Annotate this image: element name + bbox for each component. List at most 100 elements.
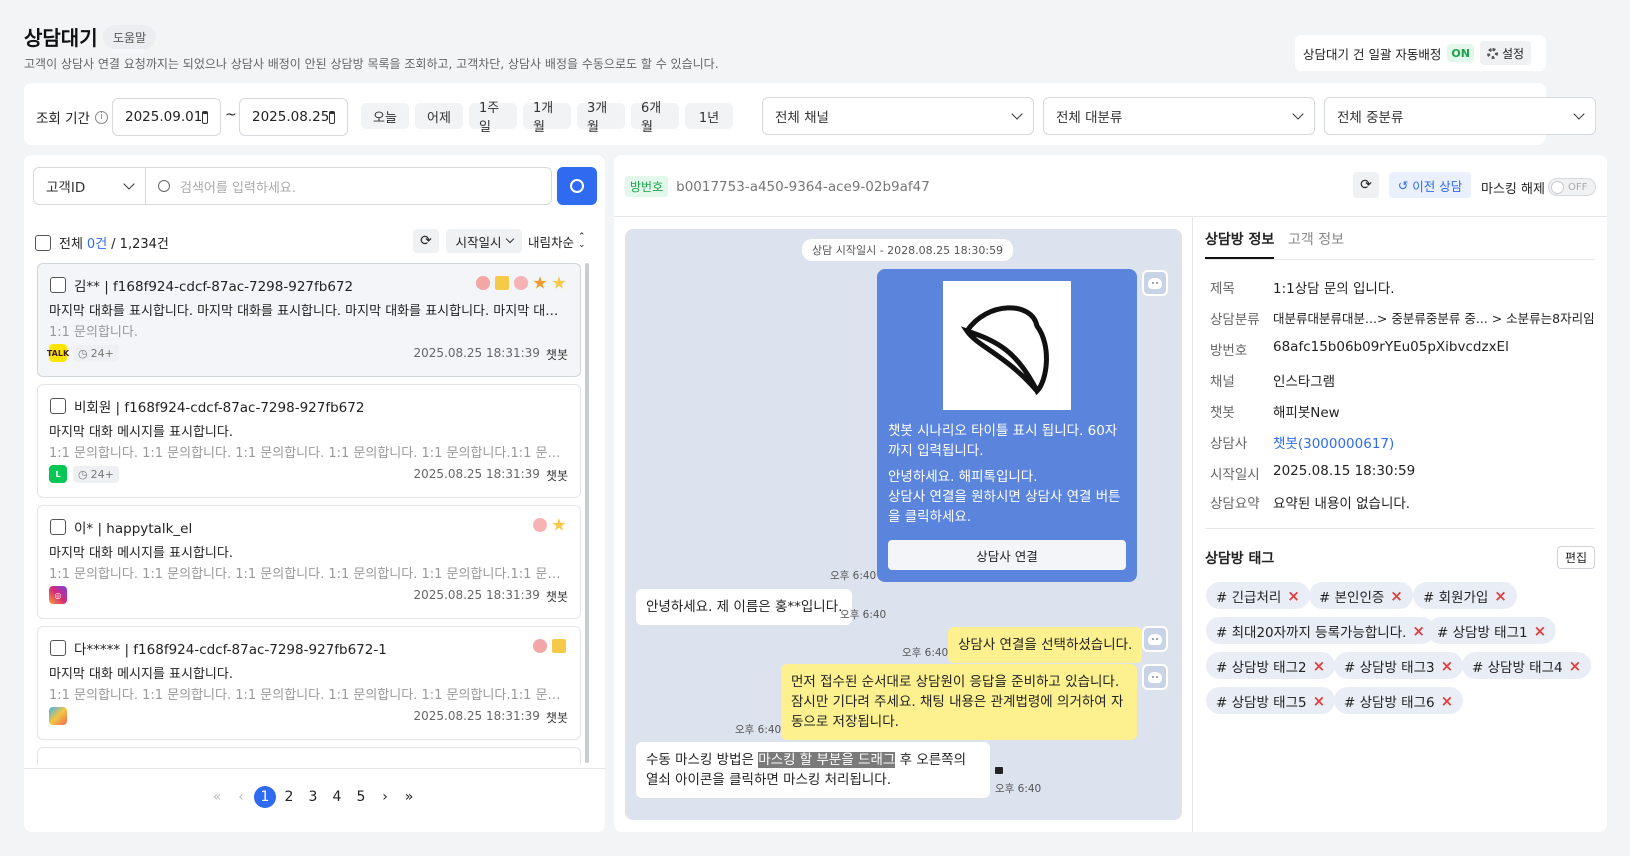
close-icon[interactable]: × (1313, 657, 1326, 675)
list-item[interactable]: 이* | happytalk_el 마지막 대화 메시지를 표시합니다. 1:1… (37, 505, 581, 619)
close-icon[interactable]: × (1569, 657, 1582, 675)
refresh-list-button[interactable]: ⟳ (413, 229, 439, 253)
masking-highlight[interactable]: 마스킹 할 부분을 드래그 (758, 752, 896, 768)
list-item[interactable]: 김** | f168f924-cdcf-87ac-7298-927fb672 마… (37, 263, 581, 377)
info-row-channel: 채널 인스타그램 (1210, 370, 1335, 390)
range-3months[interactable]: 3개월 (577, 101, 625, 135)
help-button[interactable]: 도움말 (103, 25, 157, 49)
crown-icon (495, 276, 509, 290)
message-time: 오후 6:40 (840, 609, 887, 621)
connect-agent-button[interactable]: 상담사 연결 (888, 540, 1126, 570)
previous-consult-label: 이전 상담 (1412, 178, 1463, 194)
bot-message: 먼저 접수된 순서대로 상담원이 응답을 준비하고 있습니다. 잠시만 기다려 … (781, 664, 1137, 740)
list-item[interactable] (37, 747, 581, 765)
close-icon[interactable]: × (1313, 692, 1326, 710)
instagram-icon: ◎ (49, 586, 67, 604)
angry-face-icon (514, 276, 528, 290)
close-icon[interactable]: × (1287, 587, 1300, 605)
prev-page-icon[interactable]: ‹ (230, 789, 252, 805)
edit-tags-button[interactable]: 편집 (1557, 546, 1595, 569)
list-item-sub: 1:1 문의합니다. 1:1 문의합니다. 1:1 문의합니다. 1:1 문의합… (49, 446, 569, 461)
tag-chip[interactable]: # 상담방 태그4 × (1462, 652, 1592, 679)
settings-button[interactable]: 설정 (1479, 41, 1532, 65)
info-row-room-id: 방번호 68afc15b06b09rYEu05pXibvcdzxEl (1210, 339, 1509, 359)
end-date-input[interactable]: 2025.08.25 (239, 98, 348, 136)
star-orange-icon (533, 276, 547, 289)
item-checkbox[interactable] (50, 519, 66, 535)
pagination: « ‹ 1 2 3 4 5 › » (206, 786, 420, 808)
lock-icon[interactable] (995, 767, 1003, 774)
close-icon[interactable]: × (1494, 587, 1507, 605)
middle-category-select[interactable]: 전체 중분류 (1324, 97, 1596, 135)
close-icon[interactable]: × (1534, 622, 1547, 640)
close-icon[interactable]: × (1441, 692, 1454, 710)
tag-chip[interactable]: # 상담방 태그6 × (1334, 687, 1464, 714)
close-icon[interactable]: × (1390, 587, 1403, 605)
crown-icon (552, 639, 566, 653)
list-item-title: 이* | happytalk_el (74, 521, 193, 537)
tag-chip[interactable]: # 상담방 태그1 × (1427, 617, 1557, 644)
page-4[interactable]: 4 (326, 789, 348, 805)
page-2[interactable]: 2 (278, 789, 300, 805)
page-1[interactable]: 1 (254, 786, 276, 808)
page-5[interactable]: 5 (350, 789, 372, 805)
channel-select[interactable]: 전체 채널 (762, 97, 1034, 135)
list-item-title-row: 다***** | f168f924-cdcf-87ac-7298-927fb67… (50, 638, 387, 658)
search-type-value: 고객ID (46, 180, 86, 196)
tag-chip[interactable]: # 본인인증 × (1309, 582, 1413, 609)
search-button[interactable] (557, 167, 597, 205)
last-page-icon[interactable]: » (398, 789, 420, 805)
refresh-room-button[interactable]: ⟳ (1353, 172, 1379, 198)
range-yesterday[interactable]: 어제 (415, 103, 463, 129)
range-1year[interactable]: 1년 (685, 103, 733, 129)
search-type-select[interactable]: 고객ID (33, 167, 146, 205)
tag-chip[interactable]: # 상담방 태그3 × (1334, 652, 1464, 679)
masking-toggle[interactable]: OFF (1548, 178, 1596, 196)
tag-chip[interactable]: # 긴급처리 × (1206, 582, 1310, 609)
list-divider (24, 768, 605, 769)
first-page-icon[interactable]: « (206, 789, 228, 805)
room-header: 방번호 b0017753-a450-9364-ace9-02b9af47 (625, 176, 930, 197)
range-1month[interactable]: 1개월 (523, 101, 571, 135)
range-6months[interactable]: 6개월 (631, 101, 679, 135)
refresh-icon: ⟳ (420, 233, 432, 249)
clock-icon: ◷ (78, 346, 88, 360)
major-category-value: 전체 대분류 (1056, 110, 1123, 126)
tag-chip[interactable]: # 상담방 태그5 × (1206, 687, 1336, 714)
item-checkbox[interactable] (50, 277, 66, 293)
sort-field-select[interactable]: 시작일시 (446, 229, 522, 253)
range-1week[interactable]: 1주일 (469, 101, 517, 135)
item-checkbox[interactable] (50, 398, 66, 414)
auto-assign-toggle[interactable]: ON (1447, 44, 1474, 62)
agent-link[interactable]: 챗봇(3000000617) (1273, 432, 1394, 452)
close-icon[interactable]: × (1412, 622, 1425, 640)
range-today[interactable]: 오늘 (361, 103, 409, 129)
sort-order-toggle[interactable]: 내림차순 ⌃ ⌄ (528, 229, 586, 253)
kakao-icon: TALK (47, 344, 69, 362)
close-icon[interactable]: × (1441, 657, 1454, 675)
page-3[interactable]: 3 (302, 789, 324, 805)
search-input[interactable]: 검색어를 입력하세요. (145, 167, 552, 205)
select-all-checkbox[interactable] (35, 234, 51, 251)
previous-consult-button[interactable]: ↺ 이전 상담 (1389, 172, 1471, 198)
tag-chip[interactable]: # 최대20자까지 등록가능합니다. × (1206, 617, 1435, 644)
tag-chip[interactable]: # 상담방 태그2 × (1206, 652, 1336, 679)
start-date-input[interactable]: 2025.09.01 (112, 98, 221, 136)
total-count: / 1,234건 (111, 237, 169, 252)
item-checkbox[interactable] (50, 640, 66, 656)
list-item-title-row: 비회원 | f168f924-cdcf-87ac-7298-927fb672 (50, 396, 364, 416)
vip-icon (533, 639, 547, 653)
next-page-icon[interactable]: › (374, 789, 396, 805)
room-header-divider (614, 216, 1607, 217)
tab-customer-info[interactable]: 고객 정보 (1288, 229, 1344, 249)
tag-chip[interactable]: # 회원가입 × (1413, 582, 1517, 609)
bot-avatar-icon (1142, 270, 1168, 296)
tab-room-info[interactable]: 상담방 정보 (1205, 229, 1275, 259)
list-item[interactable]: 비회원 | f168f924-cdcf-87ac-7298-927fb672 마… (37, 384, 581, 498)
auto-assign-label: 상담대기 건 일괄 자동배정 (1303, 46, 1442, 62)
info-row-title: 제목 1:1상담 문의 입니다. (1210, 277, 1395, 297)
major-category-select[interactable]: 전체 대분류 (1043, 97, 1315, 135)
list-scrollbar[interactable] (585, 263, 589, 763)
sort-field-value: 시작일시 (455, 234, 502, 250)
list-item[interactable]: 다***** | f168f924-cdcf-87ac-7298-927fb67… (37, 626, 581, 740)
